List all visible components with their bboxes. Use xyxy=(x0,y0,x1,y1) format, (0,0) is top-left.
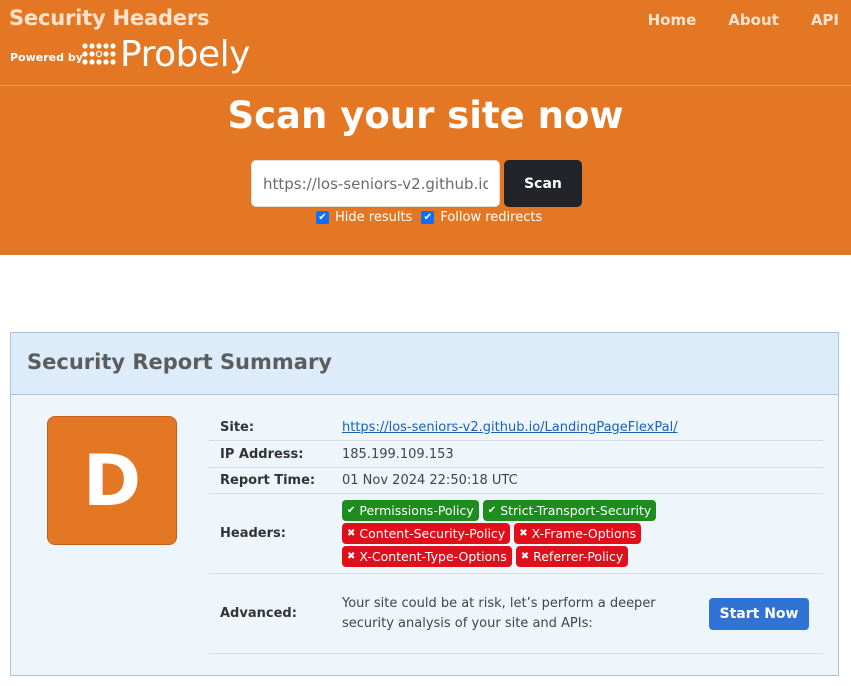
report-time-label: Report Time: xyxy=(220,473,316,488)
ip-value: 185.199.109.153 xyxy=(342,446,454,462)
powered-by-label: Powered by xyxy=(10,51,83,64)
header-badge-missing[interactable]: ✖ Content-Security-Policy xyxy=(342,523,511,544)
follow-redirects-option[interactable]: ✔ Follow redirects xyxy=(421,210,542,225)
header-badge-label: Strict-Transport-Security xyxy=(500,503,652,518)
header-badge-label: X-Frame-Options xyxy=(531,526,637,541)
scan-options: ✔ Hide results ✔ Follow redirects xyxy=(316,210,551,225)
check-icon: ✔ xyxy=(487,505,497,516)
ip-row: IP Address: 185.199.109.153 xyxy=(209,441,823,468)
site-label: Site: xyxy=(220,419,255,435)
headers-row: Headers: ✔ Permissions-Policy ✔ Strict-Tra… xyxy=(209,494,823,574)
report-title: Security Report Summary xyxy=(27,350,332,374)
ip-label: IP Address: xyxy=(220,446,304,462)
report-panel: Security Report Summary D Site: https://… xyxy=(10,332,839,676)
advanced-row: Advanced: Your site could be at risk, le… xyxy=(209,574,823,654)
report-time-value: 01 Nov 2024 22:50:18 UTC xyxy=(342,473,518,488)
cross-icon: ✖ xyxy=(347,528,356,539)
start-now-button[interactable]: Start Now xyxy=(709,597,809,630)
header-badge-missing[interactable]: ✖ X-Content-Type-Options xyxy=(342,546,512,567)
hide-results-option[interactable]: ✔ Hide results xyxy=(316,210,412,225)
report-panel-header: Security Report Summary xyxy=(11,333,838,395)
header-divider xyxy=(0,85,851,86)
header-badge-label: X-Content-Type-Options xyxy=(359,549,507,564)
scan-title: Scan your site now xyxy=(227,94,624,137)
probely-logo-text[interactable]: Probely xyxy=(120,34,250,75)
hide-results-checkbox[interactable]: ✔ xyxy=(316,211,329,224)
cross-icon: ✖ xyxy=(520,551,530,562)
follow-redirects-checkbox[interactable]: ✔ xyxy=(421,211,435,224)
nav-about[interactable]: About xyxy=(728,11,779,29)
check-icon: ✔ xyxy=(347,505,356,516)
advanced-label: Advanced: xyxy=(220,606,297,621)
grade-badge: D xyxy=(47,416,177,545)
header-badges: ✔ Permissions-Policy ✔ Strict-Transport-Se… xyxy=(342,500,682,567)
header-badge-missing[interactable]: ✖ Referrer-Policy xyxy=(515,546,629,567)
hide-results-label: Hide results xyxy=(335,210,413,225)
headers-label: Headers: xyxy=(220,526,286,541)
advanced-text: Your site could be at risk, let’s perfor… xyxy=(342,595,656,631)
header: Security Headers Powered by Probely Home… xyxy=(0,0,851,255)
scan-button[interactable]: Scan xyxy=(504,160,582,207)
site-title[interactable]: Security Headers xyxy=(9,6,209,30)
nav-home[interactable]: Home xyxy=(648,11,697,29)
header-badge-present[interactable]: ✔ Permissions-Policy xyxy=(342,500,479,521)
report-time-row: Report Time: 01 Nov 2024 22:50:18 UTC xyxy=(209,468,823,494)
cross-icon: ✖ xyxy=(347,551,356,562)
cross-icon: ✖ xyxy=(519,528,528,539)
header-badge-present[interactable]: ✔ Strict-Transport-Security xyxy=(482,500,657,521)
site-row: Site: https://los-seniors-v2.github.io/L… xyxy=(209,414,823,441)
url-input[interactable] xyxy=(251,160,500,207)
follow-redirects-label: Follow redirects xyxy=(440,210,543,225)
header-badge-label: Referrer-Policy xyxy=(533,549,624,564)
header-badge-label: Content-Security-Policy xyxy=(359,526,506,541)
header-badge-missing[interactable]: ✖ X-Frame-Options xyxy=(514,523,642,544)
report-table: Site: https://los-seniors-v2.github.io/L… xyxy=(209,414,823,654)
probely-logo-icon xyxy=(82,43,116,65)
site-link[interactable]: https://los-seniors-v2.github.io/Landing… xyxy=(342,420,678,435)
header-badge-label: Permissions-Policy xyxy=(359,503,474,518)
top-nav: Home About API xyxy=(648,11,839,29)
nav-api[interactable]: API xyxy=(811,11,839,29)
